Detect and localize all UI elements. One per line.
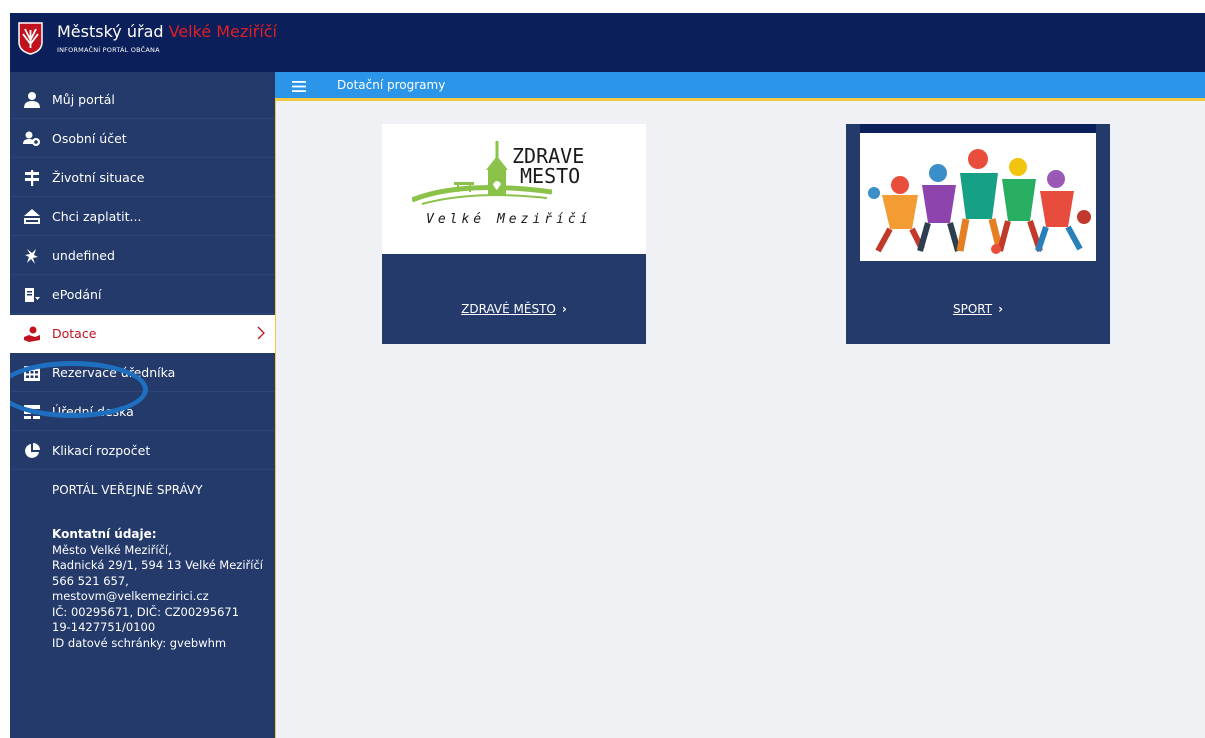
program-card-zdrave-mesto[interactable]: ZDRAVE MESTO Velké Meziříčí ZDRAVÉ MĚSTO… xyxy=(382,124,646,344)
contact-line: ID datové schránky: gvebwhm xyxy=(52,635,227,650)
contact-line: 566 521 657, xyxy=(52,573,129,588)
brand-title-city: Velké Meziříčí xyxy=(168,22,277,41)
sidebar-item-label: Klikací rozpočet xyxy=(52,443,151,458)
sidebar-item-label: Životní situace xyxy=(52,170,145,185)
sidebar-item-label: Osobní účet xyxy=(52,131,127,146)
logo-line-2: MESTO xyxy=(520,164,581,188)
contact-info: Kontatní údaje: Město Velké Meziříčí, Ra… xyxy=(52,527,263,651)
sport-athletes-illustration-icon xyxy=(860,133,1096,261)
sport-link[interactable]: SPORT › xyxy=(846,302,1110,316)
subsidy-icon xyxy=(24,326,40,342)
chevron-right-icon: › xyxy=(561,302,567,316)
signpost-icon xyxy=(25,170,39,186)
page-title: Dotační programy xyxy=(337,78,446,92)
brand-title-prefix: Městský úřad xyxy=(57,22,164,41)
contact-title: Kontatní údaje: xyxy=(52,527,157,541)
portal-verejne-spravy-link[interactable]: PORTÁL VEŘEJNÉ SPRÁVY xyxy=(52,483,203,497)
sidebar-item-dotace[interactable]: Dotace xyxy=(10,315,275,353)
contact-line: 19-1427751/0100 xyxy=(52,620,156,634)
contact-line: Město Velké Meziříčí, xyxy=(52,542,172,557)
heraldic-icon xyxy=(25,249,38,264)
contact-line: IČ: 00295671, DIČ: CZ00295671 xyxy=(52,604,240,619)
sidebar-item-label: Můj portál xyxy=(52,92,115,107)
sport-image xyxy=(860,124,1096,261)
logo-subtitle: Velké Meziříčí xyxy=(426,212,592,227)
sidebar: Můj portál Osobní účet Životní situace C… xyxy=(10,72,275,738)
chevron-right-icon xyxy=(257,326,265,340)
sidebar-item-undefined[interactable]: undefined xyxy=(10,237,275,275)
sidebar-item-label: Chci zaplatit... xyxy=(52,209,142,224)
city-crest-icon[interactable] xyxy=(18,22,43,55)
brand-subtitle: INFORMAČNÍ PORTÁL OBČANA xyxy=(57,46,160,54)
sidebar-item-label: Dotace xyxy=(52,326,97,341)
sidebar-item-osobni-ucet[interactable]: Osobní účet xyxy=(10,120,275,158)
logo-line-1: ZDRAVE xyxy=(512,144,585,168)
logo-text: ZDRAVE MESTO xyxy=(512,146,584,186)
hamburger-menu-icon[interactable] xyxy=(292,81,306,92)
zdrave-mesto-logo-image: ZDRAVE MESTO Velké Meziříčí xyxy=(382,124,646,254)
sidebar-item-label: ePodání xyxy=(52,287,102,302)
contact-email[interactable]: mestovm@velkemezirici.cz xyxy=(52,589,263,605)
payment-icon xyxy=(24,209,40,224)
sidebar-item-chci-zaplatit[interactable]: Chci zaplatit... xyxy=(10,198,275,236)
sidebar-item-label: undefined xyxy=(52,248,115,263)
sidebar-item-klikaci-rozpocet[interactable]: Klikací rozpočet xyxy=(10,432,275,470)
contact-line: Radnická 29/1, 594 13 Velké Meziříčí xyxy=(52,558,263,572)
e-submission-icon xyxy=(25,288,40,302)
card-label: ZDRAVÉ MĚSTO xyxy=(461,302,556,316)
top-header: Městský úřad Velké Meziříčí INFORMAČNÍ P… xyxy=(10,13,1205,72)
chevron-right-icon: › xyxy=(998,302,1004,316)
pie-chart-icon xyxy=(25,443,40,458)
sidebar-item-zivotni-situace[interactable]: Životní situace xyxy=(10,159,275,197)
card-label: SPORT xyxy=(952,302,993,316)
program-card-sport[interactable]: SPORT › xyxy=(846,124,1110,344)
brand-title[interactable]: Městský úřad Velké Meziříčí xyxy=(57,22,277,41)
content-header-bar: Dotační programy xyxy=(275,72,1205,101)
account-icon xyxy=(23,131,40,146)
sidebar-item-muj-portal[interactable]: Můj portál xyxy=(10,81,275,119)
zdrave-mesto-link[interactable]: ZDRAVÉ MĚSTO › xyxy=(382,302,646,316)
user-icon xyxy=(24,92,40,108)
app-frame: Městský úřad Velké Meziříčí INFORMAČNÍ P… xyxy=(10,13,1205,738)
sidebar-item-epodani[interactable]: ePodání xyxy=(10,276,275,314)
